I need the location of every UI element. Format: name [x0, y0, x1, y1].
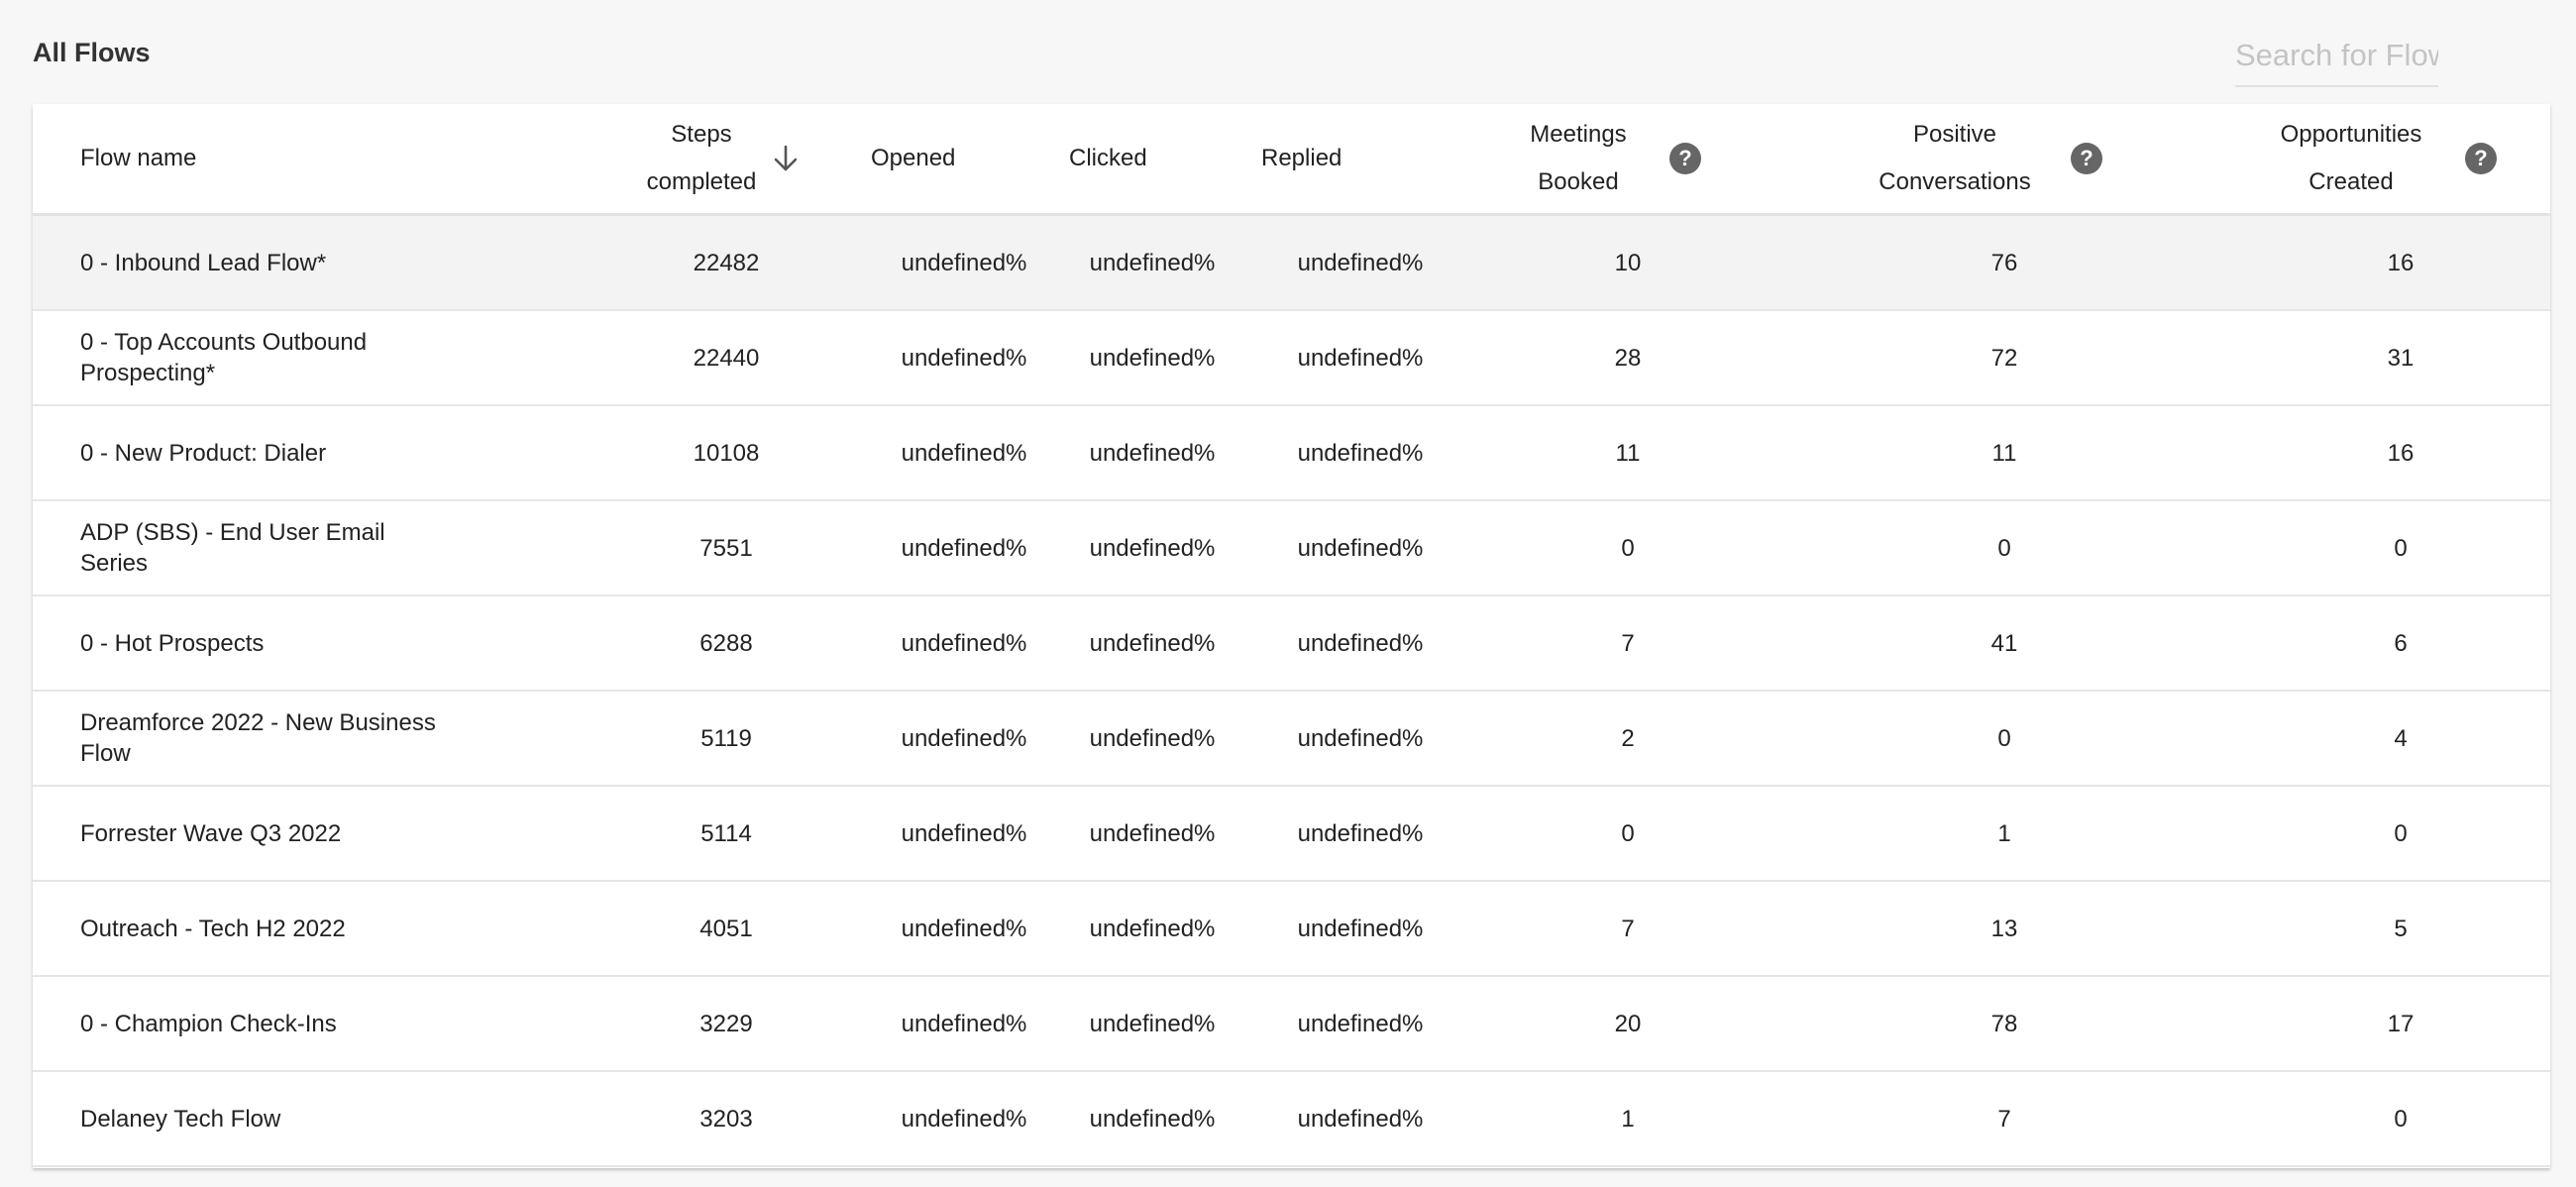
replied-cell: undefined% — [1297, 724, 1424, 752]
search-input[interactable] — [2235, 30, 2438, 81]
flow-name-cell[interactable]: 0 - Inbound Lead Flow* — [80, 216, 437, 309]
column-header-opportunities-created[interactable]: Opportunities Created — [2212, 104, 2490, 213]
column-header-clicked[interactable]: Clicked — [1069, 104, 1218, 213]
replied-cell: undefined% — [1297, 344, 1424, 372]
table-row[interactable]: Outreach - Tech H2 2022 4051 undefined% … — [33, 882, 2550, 977]
table-row[interactable]: Dreamforce 2022 - New Business Flow 5119… — [33, 692, 2550, 787]
column-header-flow-name[interactable]: Flow name — [80, 104, 377, 213]
meetings-cell: 0 — [1621, 819, 1635, 847]
table-row[interactable]: 0 - Top Accounts Outbound Prospecting* 2… — [33, 311, 2550, 406]
table-body: 0 - Inbound Lead Flow* 22482 undefined% … — [33, 216, 2550, 1167]
steps-cell: 22440 — [693, 344, 760, 372]
opportunities-cell: 5 — [2394, 915, 2408, 942]
clicked-cell: undefined% — [1089, 344, 1216, 372]
flows-table: Flow name Steps completed Opened Clicked… — [33, 104, 2550, 1168]
steps-cell: 5114 — [700, 819, 752, 847]
table-row[interactable]: ADP (SBS) - End User Email Series 7551 u… — [33, 501, 2550, 596]
flow-name-cell[interactable]: ADP (SBS) - End User Email Series — [80, 501, 437, 594]
table-row[interactable]: 0 - New Product: Dialer 10108 undefined%… — [33, 406, 2550, 501]
positive-cell: 0 — [1997, 724, 2011, 752]
column-header-positive-conversations[interactable]: Positive Conversations — [1806, 104, 2103, 213]
arrow-down-icon[interactable] — [768, 141, 804, 176]
clicked-cell: undefined% — [1089, 724, 1216, 752]
flow-name-cell[interactable]: Outreach - Tech H2 2022 — [80, 882, 437, 975]
opportunities-cell: 17 — [2387, 1010, 2415, 1037]
column-header-opened[interactable]: Opened — [871, 104, 1020, 213]
clicked-cell: undefined% — [1089, 915, 1216, 942]
meetings-cell: 1 — [1621, 1105, 1635, 1133]
table-row[interactable]: 0 - Hot Prospects 6288 undefined% undefi… — [33, 596, 2550, 692]
steps-cell: 4051 — [699, 915, 753, 942]
page-header: All Flows — [33, 0, 2576, 104]
opportunities-cell: 31 — [2387, 344, 2415, 372]
opportunities-cell: 4 — [2394, 724, 2408, 752]
steps-cell: 10108 — [693, 439, 760, 467]
flow-name-cell[interactable]: 0 - New Product: Dialer — [80, 406, 437, 499]
clicked-cell: undefined% — [1089, 1010, 1216, 1037]
positive-cell: 1 — [1997, 819, 2011, 847]
steps-cell: 22482 — [693, 249, 760, 276]
steps-cell: 6288 — [699, 629, 753, 657]
positive-cell: 76 — [1990, 249, 2018, 276]
table-header: Flow name Steps completed Opened Clicked… — [33, 104, 2550, 216]
table-row[interactable]: 0 - Inbound Lead Flow* 22482 undefined% … — [33, 216, 2550, 311]
replied-cell: undefined% — [1297, 439, 1424, 467]
steps-cell: 5119 — [700, 724, 752, 752]
positive-cell: 78 — [1990, 1010, 2018, 1037]
replied-cell: undefined% — [1297, 1010, 1424, 1037]
positive-cell: 72 — [1990, 344, 2018, 372]
search-field[interactable] — [2235, 30, 2438, 87]
meetings-cell: 10 — [1614, 249, 1642, 276]
flow-name-cell[interactable]: 0 - Top Accounts Outbound Prospecting* — [80, 311, 437, 404]
clicked-cell: undefined% — [1089, 534, 1216, 562]
flow-name-cell[interactable]: 0 - Hot Prospects — [80, 596, 437, 690]
flow-name-cell[interactable]: Dreamforce 2022 - New Business Flow — [80, 692, 437, 785]
meetings-cell: 28 — [1614, 344, 1642, 372]
clicked-cell: undefined% — [1089, 1105, 1216, 1133]
positive-cell: 7 — [1997, 1105, 2011, 1133]
flow-name-cell[interactable]: Delaney Tech Flow — [80, 1072, 437, 1165]
help-icon-meetings[interactable]: ? — [1669, 143, 1701, 174]
page-title: All Flows — [33, 38, 151, 67]
clicked-cell: undefined% — [1089, 249, 1216, 276]
clicked-cell: undefined% — [1089, 819, 1216, 847]
replied-cell: undefined% — [1297, 249, 1424, 276]
replied-cell: undefined% — [1297, 819, 1424, 847]
meetings-cell: 2 — [1621, 724, 1635, 752]
replied-cell: undefined% — [1297, 629, 1424, 657]
positive-cell: 11 — [1991, 439, 2017, 467]
meetings-cell: 0 — [1621, 534, 1635, 562]
opportunities-cell: 0 — [2394, 1105, 2408, 1133]
help-icon-opportunities[interactable]: ? — [2465, 143, 2497, 174]
opportunities-cell: 0 — [2394, 534, 2408, 562]
opportunities-cell: 16 — [2387, 439, 2415, 467]
flow-name-cell[interactable]: Forrester Wave Q3 2022 — [80, 787, 437, 880]
positive-cell: 41 — [1990, 629, 2018, 657]
meetings-cell: 7 — [1621, 629, 1635, 657]
meetings-cell: 11 — [1615, 439, 1641, 467]
steps-cell: 3203 — [699, 1105, 753, 1133]
replied-cell: undefined% — [1297, 1105, 1424, 1133]
column-header-meetings-booked[interactable]: Meetings Booked — [1459, 104, 1697, 213]
opportunities-cell: 16 — [2387, 249, 2415, 276]
opportunities-cell: 6 — [2394, 629, 2408, 657]
help-icon-positive[interactable]: ? — [2071, 143, 2102, 174]
table-row[interactable]: 0 - Champion Check-Ins 3229 undefined% u… — [33, 977, 2550, 1072]
clicked-cell: undefined% — [1089, 629, 1216, 657]
steps-cell: 7551 — [699, 534, 753, 562]
positive-cell: 13 — [1990, 915, 2018, 942]
meetings-cell: 7 — [1621, 915, 1635, 942]
steps-cell: 3229 — [699, 1010, 753, 1037]
table-row[interactable]: Forrester Wave Q3 2022 5114 undefined% u… — [33, 787, 2550, 882]
meetings-cell: 20 — [1614, 1010, 1642, 1037]
replied-cell: undefined% — [1297, 915, 1424, 942]
flow-name-cell[interactable]: 0 - Champion Check-Ins — [80, 977, 437, 1070]
table-row[interactable]: Delaney Tech Flow 3203 undefined% undefi… — [33, 1072, 2550, 1167]
replied-cell: undefined% — [1297, 534, 1424, 562]
opportunities-cell: 0 — [2394, 819, 2408, 847]
column-header-replied[interactable]: Replied — [1261, 104, 1410, 213]
positive-cell: 0 — [1997, 534, 2011, 562]
clicked-cell: undefined% — [1089, 439, 1216, 467]
